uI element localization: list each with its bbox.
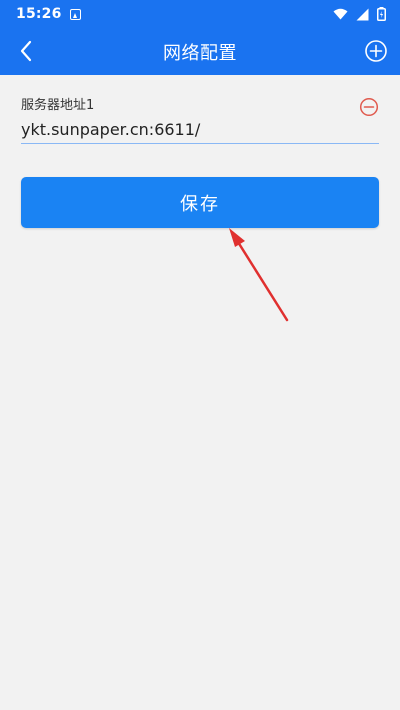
notification-icon [69,8,81,20]
server-address-label: 服务器地址1 [21,98,95,113]
server-address-field-group: 服务器地址1 [21,96,379,144]
status-bar: 15:26 [0,0,400,28]
page-title: 网络配置 [163,42,237,64]
wifi-icon [333,8,348,20]
save-button[interactable]: 保存 [21,177,379,228]
add-server-button[interactable] [364,39,388,63]
battery-icon [377,7,386,21]
back-button[interactable] [10,35,42,67]
server-address-input[interactable] [21,120,379,144]
chevron-left-icon [20,40,32,62]
status-right [333,7,386,21]
status-left: 15:26 [16,6,81,22]
remove-server-button[interactable] [359,97,379,117]
app-bar: 网络配置 [0,28,400,75]
signal-icon [356,8,369,20]
plus-circle-icon [365,40,387,62]
minus-circle-icon [359,97,379,117]
status-time: 15:26 [16,6,62,22]
